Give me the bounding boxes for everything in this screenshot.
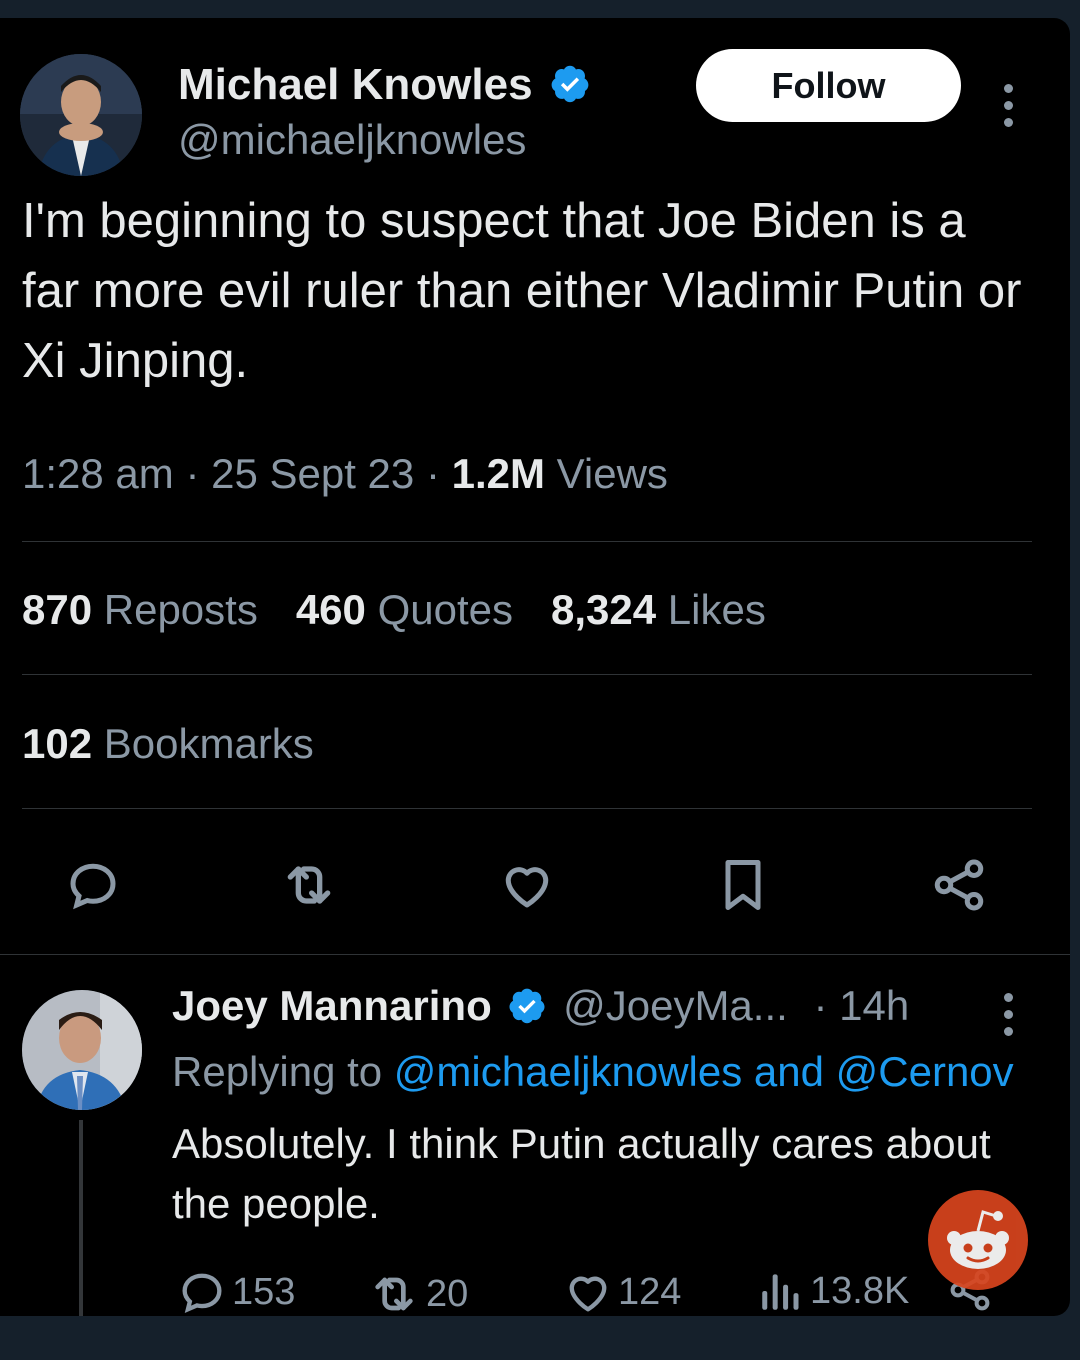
reply-author-avatar[interactable] [22, 990, 142, 1110]
tweet-time[interactable]: 1:28 am [22, 450, 174, 497]
tweet-text: I'm beginning to suspect that Joe Biden … [22, 194, 1022, 388]
more-options-icon[interactable] [998, 84, 1018, 127]
divider [22, 674, 1032, 675]
reply-header: Joey Mannarino @JoeyMa... · 14h [172, 982, 909, 1030]
tweet-date[interactable]: 25 Sept 23 [211, 450, 414, 497]
reply-likes-button[interactable]: 124 [562, 1266, 681, 1316]
quotes-count: 460 [295, 586, 366, 633]
reply-icon [182, 1273, 222, 1314]
reply-text: Absolutely. I think Putin actually cares… [172, 1120, 991, 1227]
reply-views-count: 13.8K [810, 1269, 910, 1312]
follow-button[interactable]: Follow [696, 49, 961, 122]
reposts-label: Reposts [103, 586, 258, 633]
bookmarks-stat[interactable]: 102 Bookmarks [22, 720, 314, 768]
verified-badge-icon [551, 66, 589, 103]
likes-stat[interactable]: 8,324 Likes [551, 586, 766, 634]
likes-label: Likes [667, 586, 766, 633]
thread-line [79, 1120, 83, 1316]
divider [22, 541, 1032, 542]
views-chart-icon [762, 1274, 799, 1310]
reposts-count: 870 [22, 586, 93, 633]
bookmarks-count: 102 [22, 720, 93, 767]
reply-author-name[interactable]: Joey Mannarino [172, 982, 492, 1029]
replying-to-link[interactable]: @michaeljknowles and @Cernov [394, 1048, 1014, 1095]
reply-reposts-button[interactable]: 20 [366, 1266, 468, 1316]
author-avatar[interactable] [20, 54, 142, 176]
divider [22, 808, 1032, 809]
reply-replies-count: 153 [232, 1270, 296, 1313]
repost-icon[interactable] [274, 850, 344, 920]
reddit-logo-icon [928, 1190, 1028, 1290]
action-bar [0, 850, 1070, 920]
reply-views-button[interactable]: 13.8K [756, 1266, 909, 1316]
like-icon[interactable] [492, 850, 562, 920]
like-icon [569, 1276, 607, 1312]
quotes-label: Quotes [377, 586, 513, 633]
reply-icon[interactable] [58, 850, 128, 920]
repost-icon [375, 1277, 413, 1311]
bookmarks-stats: 102 Bookmarks [22, 720, 314, 768]
reply-reposts-count: 20 [426, 1272, 469, 1315]
likes-count: 8,324 [551, 586, 657, 633]
author-name[interactable]: Michael Knowles [178, 60, 591, 110]
bookmarks-label: Bookmarks [103, 720, 314, 767]
reposts-stat[interactable]: 870 Reposts [22, 586, 258, 634]
reply-author-handle[interactable]: @JoeyMa... [563, 982, 788, 1029]
replying-prefix: Replying to [172, 1048, 383, 1095]
tweet-card: Michael Knowles @michaeljknowles Follow … [0, 18, 1070, 1316]
author-handle[interactable]: @michaeljknowles [178, 116, 526, 164]
reply-age: · 14h [813, 982, 910, 1029]
reply-replies-button[interactable]: 153 [176, 1266, 295, 1316]
views-label: Views [556, 450, 668, 497]
tweet-meta: 1:28 am · 25 Sept 23 · 1.2M Views [22, 450, 668, 498]
engagement-stats: 870 Reposts 460 Quotes 8,324 Likes [22, 586, 766, 634]
author-name-text: Michael Knowles [178, 60, 533, 109]
quotes-stat[interactable]: 460 Quotes [296, 586, 513, 634]
meta-separator: · [425, 450, 452, 497]
bookmark-icon[interactable] [708, 850, 778, 920]
verified-badge-icon [509, 988, 545, 1024]
reply-likes-count: 124 [618, 1270, 682, 1313]
section-divider [0, 954, 1070, 955]
reply-more-options-icon[interactable] [998, 993, 1018, 1036]
meta-separator: · [185, 450, 212, 497]
replying-to: Replying to @michaeljknowles and @Cernov [172, 1048, 1014, 1096]
views-count: 1.2M [451, 450, 545, 497]
share-icon[interactable] [924, 850, 994, 920]
